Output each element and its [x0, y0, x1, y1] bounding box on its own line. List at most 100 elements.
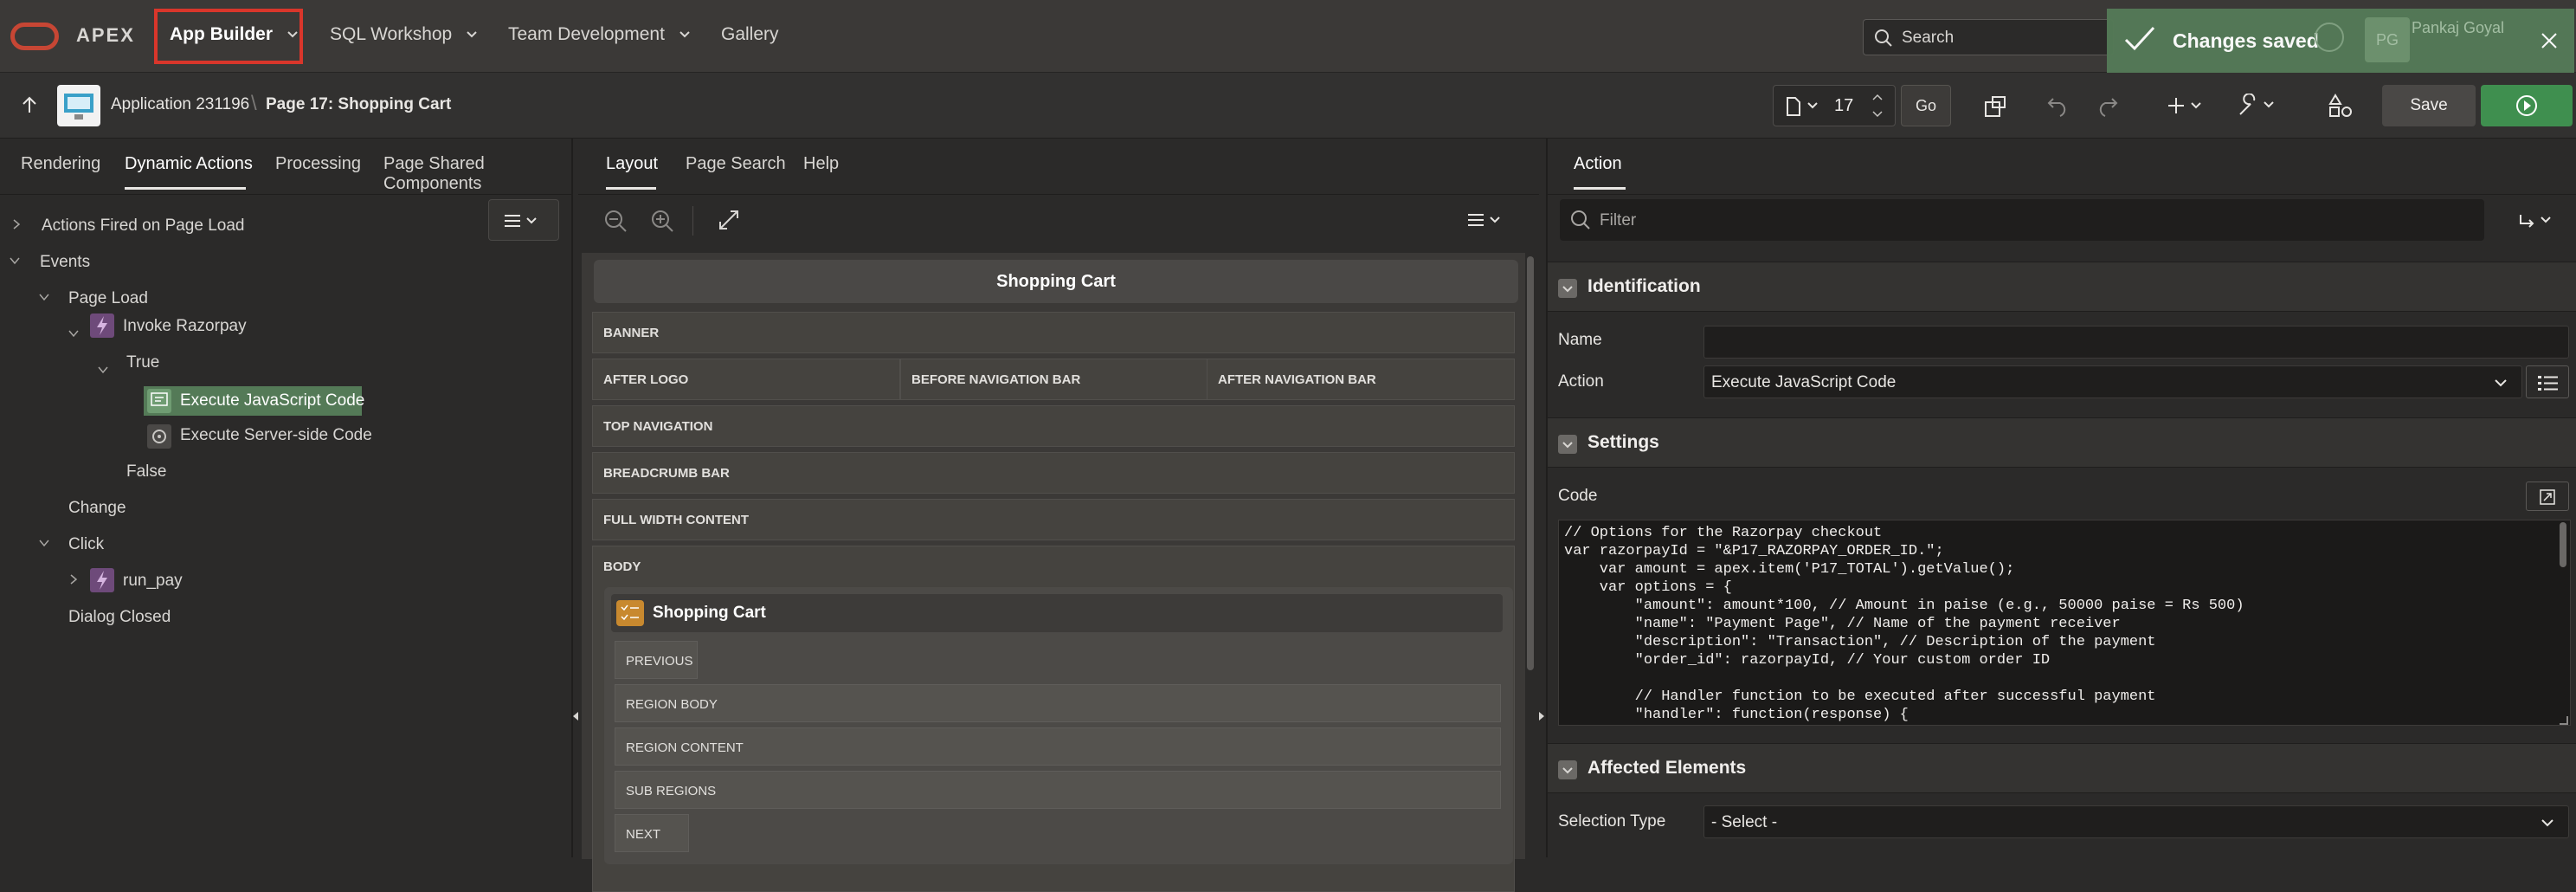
slot-banner[interactable]: BANNER	[592, 312, 1515, 353]
user-name: Pankaj Goyal	[2412, 19, 2505, 36]
tree-node-invoke-razorpay[interactable]: Invoke Razorpay	[123, 317, 247, 336]
undo-icon[interactable]	[2046, 95, 2070, 118]
nav-gallery[interactable]: Gallery	[721, 24, 779, 45]
tree-node-dialog-closed[interactable]: Dialog Closed	[68, 608, 171, 627]
tab-processing[interactable]: Processing	[275, 154, 361, 174]
collapse-checkbox-icon[interactable]	[1558, 760, 1577, 779]
tab-help[interactable]: Help	[803, 154, 839, 174]
tab-page-shared-components[interactable]: Page Shared Components	[383, 154, 571, 194]
tab-rendering[interactable]: Rendering	[21, 154, 100, 174]
tab-divider	[0, 194, 571, 195]
application-icon[interactable]	[57, 85, 100, 126]
layout-canvas[interactable]: Shopping Cart BANNER AFTER LOGO BEFORE N…	[582, 253, 1525, 892]
region-header[interactable]: Shopping Cart	[611, 594, 1503, 632]
utilities-wrench-icon[interactable]	[2237, 94, 2278, 118]
nav-sql-workshop-label: SQL Workshop	[330, 24, 453, 44]
search-input[interactable]: Search	[1863, 19, 2114, 55]
code-line: "amount": amount*100, // Amount in paise…	[1564, 598, 2244, 614]
filter-input[interactable]: Filter	[1560, 199, 2484, 241]
breadcrumb-application[interactable]: Application 231196	[111, 95, 249, 114]
layout-scrollbar[interactable]	[1527, 256, 1534, 670]
expand-icon[interactable]	[718, 210, 739, 230]
action-list-button[interactable]	[2526, 365, 2569, 398]
help-icon[interactable]	[2315, 23, 2344, 52]
region-shopping-cart[interactable]: Shopping Cart PREVIOUS REGION BODY REGIO…	[604, 587, 1513, 864]
slot-after-logo[interactable]: AFTER LOGO	[592, 359, 900, 400]
chevron-down-icon[interactable]	[97, 365, 109, 374]
slot-after-navigation-bar[interactable]: AFTER NAVIGATION BAR	[1207, 359, 1515, 400]
tree-node-false[interactable]: False	[126, 462, 166, 482]
selection-type-select[interactable]: - Select -	[1703, 805, 2569, 838]
code-editor[interactable]: // Options for the Razorpay checkout var…	[1558, 520, 2571, 726]
page-selector[interactable]: 17	[1773, 85, 1896, 126]
slot-next[interactable]: NEXT	[615, 814, 689, 852]
create-menu-icon[interactable]	[2167, 95, 2206, 118]
slot-full-width-content[interactable]: FULL WIDTH CONTENT	[592, 499, 1515, 540]
tree-node-execute-javascript[interactable]: Execute JavaScript Code	[144, 386, 364, 416]
chevron-down-icon[interactable]	[9, 256, 21, 265]
shared-components-icon[interactable]	[2328, 94, 2353, 118]
section-settings[interactable]: Settings	[1548, 417, 2576, 468]
expand-code-editor-button[interactable]	[2526, 482, 2569, 511]
tree-node-page-load[interactable]: Page Load	[68, 289, 148, 308]
left-pane: Rendering Dynamic Actions Processing Pag…	[0, 139, 573, 857]
filter-placeholder: Filter	[1600, 211, 1637, 229]
tree-node-run-pay[interactable]: run_pay	[123, 572, 183, 591]
chevron-down-icon[interactable]	[38, 293, 50, 301]
layout-menu-icon[interactable]	[1468, 213, 1506, 227]
code-scrollbar[interactable]	[2560, 522, 2566, 567]
nav-app-builder[interactable]: App Builder	[170, 24, 299, 45]
slot-breadcrumb-bar[interactable]: BREADCRUMB BAR	[592, 452, 1515, 494]
nav-sql-workshop[interactable]: SQL Workshop	[330, 24, 478, 45]
section-identification[interactable]: Identification	[1548, 262, 2576, 312]
tree-node-actions-fired[interactable]: Actions Fired on Page Load	[42, 217, 245, 236]
tree-node-change[interactable]: Change	[68, 499, 126, 518]
slot-top-navigation[interactable]: TOP NAVIGATION	[592, 405, 1515, 447]
slot-previous[interactable]: PREVIOUS	[615, 641, 698, 679]
tree-node-execute-server-side[interactable]: Execute Server-side Code	[180, 426, 372, 445]
slot-region-body[interactable]: REGION BODY	[615, 684, 1501, 722]
close-icon[interactable]	[2540, 31, 2559, 50]
tab-layout[interactable]: Layout	[606, 154, 658, 174]
page-title[interactable]: Shopping Cart	[594, 260, 1518, 303]
page-number-input[interactable]: 17	[1834, 96, 1853, 116]
collapse-checkbox-icon[interactable]	[1558, 435, 1577, 454]
active-tab-indicator	[1574, 187, 1626, 190]
tree-menu-button[interactable]	[488, 199, 559, 241]
zoom-in-icon[interactable]	[651, 210, 673, 232]
action-select[interactable]: Execute JavaScript Code	[1703, 365, 2522, 398]
slot-region-content[interactable]: REGION CONTENT	[615, 727, 1501, 766]
chevron-right-icon[interactable]	[69, 573, 78, 585]
code-line: "order_id": razorpayId, // Your custom o…	[1564, 652, 2051, 669]
stepper-icon[interactable]	[1871, 91, 1884, 120]
collapse-right-handle-icon[interactable]	[1537, 710, 1546, 745]
chevron-down-icon[interactable]	[68, 329, 80, 338]
go-button[interactable]: Go	[1901, 85, 1951, 126]
arrow-up-icon[interactable]	[21, 95, 38, 114]
code-line: var razorpayId = "&P17_RAZORPAY_ORDER_ID…	[1564, 543, 1944, 559]
redo-icon[interactable]	[2095, 95, 2119, 118]
tab-dynamic-actions[interactable]: Dynamic Actions	[125, 154, 253, 174]
tree-node-click[interactable]: Click	[68, 535, 104, 554]
go-to-group-icon[interactable]	[2517, 211, 2559, 230]
tab-action[interactable]: Action	[1574, 154, 1622, 174]
tree-node-true[interactable]: True	[126, 353, 159, 372]
slot-sub-regions[interactable]: SUB REGIONS	[615, 771, 1501, 809]
nav-team-development[interactable]: Team Development	[508, 24, 691, 45]
chevron-right-icon[interactable]	[12, 218, 21, 230]
section-affected-elements[interactable]: Affected Elements	[1548, 743, 2576, 793]
tree-node-events[interactable]: Events	[40, 253, 90, 272]
collapse-checkbox-icon[interactable]	[1558, 279, 1577, 298]
chevron-down-icon[interactable]	[38, 539, 50, 547]
run-page-button[interactable]	[2481, 85, 2573, 126]
save-button[interactable]: Save	[2382, 85, 2476, 126]
name-field[interactable]	[1703, 326, 2569, 359]
resize-handle-icon[interactable]	[2560, 716, 2568, 725]
avatar[interactable]: PG	[2365, 17, 2410, 62]
slot-before-navigation-bar[interactable]: BEFORE NAVIGATION BAR	[900, 359, 1208, 400]
oracle-logo[interactable]	[10, 23, 59, 50]
zoom-out-icon[interactable]	[604, 210, 627, 232]
tab-page-search[interactable]: Page Search	[686, 154, 786, 174]
apex-brand[interactable]: APEX	[76, 24, 135, 47]
lock-icon[interactable]	[1984, 95, 2008, 118]
